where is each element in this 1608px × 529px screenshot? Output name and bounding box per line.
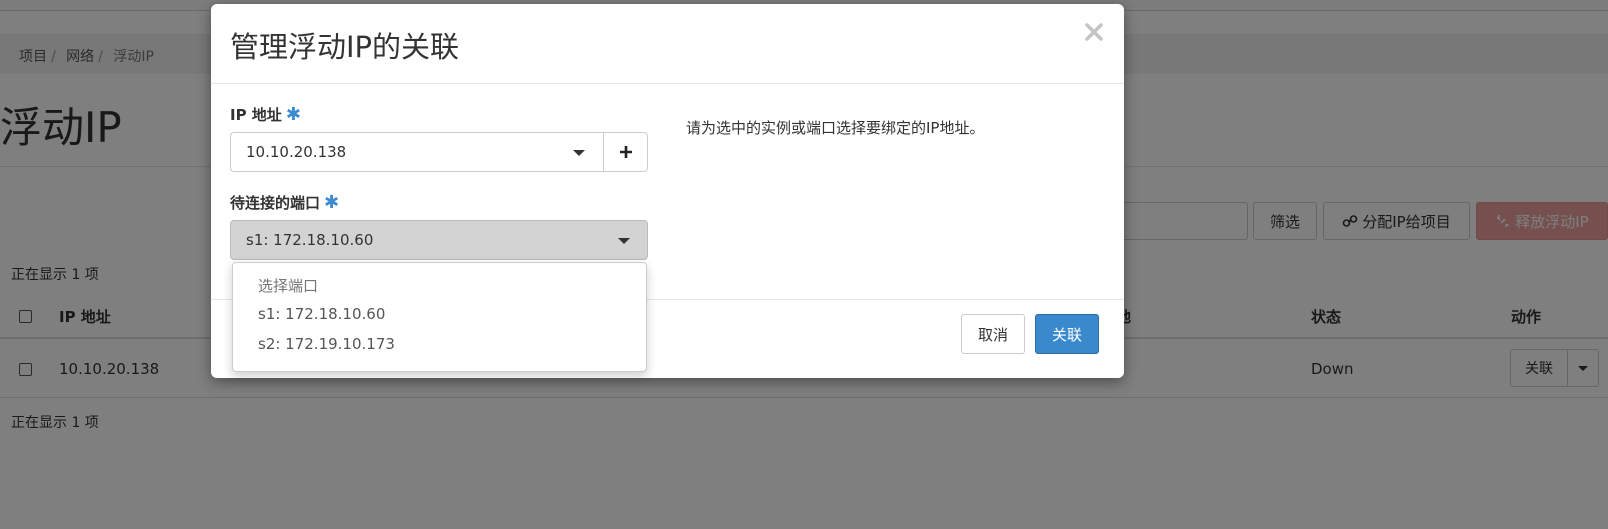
associate-button[interactable]: 关联 — [1035, 314, 1099, 354]
dialog-help-text: 请为选中的实例或端口选择要绑定的IP地址。 — [686, 119, 985, 137]
port-dropdown-menu: 选择端口 s1: 172.18.10.60 s2: 172.19.10.173 — [232, 262, 647, 372]
chevron-down-icon — [573, 150, 585, 156]
dialog-title: 管理浮动IP的关联 — [230, 30, 460, 64]
port-option-placeholder[interactable]: 选择端口 — [233, 271, 646, 301]
required-marker: ✱ — [324, 192, 340, 213]
ip-address-select[interactable]: 10.10.20.138 — [230, 132, 604, 172]
ip-address-label: IP 地址 ✱ — [230, 104, 301, 125]
dialog-header: 管理浮动IP的关联 — [211, 4, 1124, 84]
port-label-text: 待连接的端口 — [230, 194, 321, 212]
cancel-button[interactable]: 取消 — [961, 314, 1025, 354]
port-select[interactable]: s1: 172.18.10.60 — [230, 220, 648, 260]
plus-icon — [619, 146, 632, 158]
ip-address-label-text: IP 地址 — [230, 106, 282, 124]
manage-floating-ip-dialog: 管理浮动IP的关联 IP 地址 ✱ 10.10.20.138 待连接的端口 ✱ s1… — [211, 4, 1124, 378]
ip-address-select-value: 10.10.20.138 — [246, 143, 347, 161]
required-marker: ✱ — [285, 104, 301, 125]
allocate-ip-plus-button[interactable] — [604, 132, 648, 172]
port-option-s2[interactable]: s2: 172.19.10.173 — [233, 331, 646, 361]
close-icon[interactable] — [1083, 21, 1105, 43]
port-select-value: s1: 172.18.10.60 — [246, 231, 374, 249]
chevron-down-icon — [618, 238, 630, 244]
port-label: 待连接的端口 ✱ — [230, 192, 339, 213]
cancel-button-label: 取消 — [977, 325, 1008, 344]
associate-button-label: 关联 — [1051, 325, 1082, 344]
port-option-s1[interactable]: s1: 172.18.10.60 — [233, 301, 646, 331]
